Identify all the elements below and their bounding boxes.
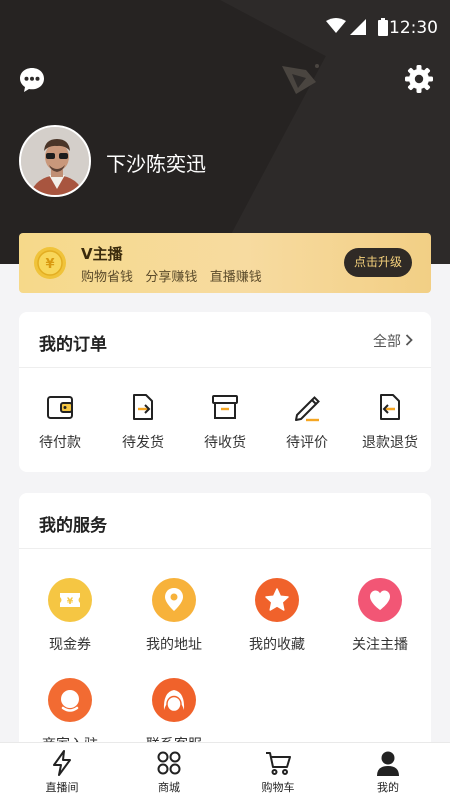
divider [19, 548, 431, 549]
order-item-label: 待发货 [122, 435, 164, 451]
orders-card: 我的订单 全部 待付款 待发货 待收货 待评价 退款退货 [19, 312, 431, 472]
coin-symbol: ¥ [45, 257, 54, 272]
location-icon [152, 578, 196, 622]
wallet-icon [47, 396, 73, 419]
heart-icon [358, 578, 402, 622]
box-icon [212, 395, 238, 419]
cart-icon [266, 752, 291, 775]
signal-icon [350, 19, 366, 35]
merchant-icon [48, 678, 92, 722]
username: 下沙陈奕迅 [106, 152, 206, 176]
order-item-label: 待付款 [39, 435, 81, 451]
service-item-cash-coupon[interactable]: ¥ 现金券 [20, 578, 120, 654]
coupon-icon: ¥ [48, 578, 92, 622]
service-item-favorites[interactable]: 我的收藏 [227, 578, 327, 654]
person-icon [377, 751, 399, 776]
pen-icon [295, 396, 320, 422]
message-icon[interactable] [18, 66, 46, 94]
orders-see-all-link[interactable]: 全部 [373, 331, 413, 351]
service-label: 现金券 [49, 637, 91, 653]
orders-title: 我的订单 [39, 335, 107, 355]
services-title: 我的服务 [39, 516, 107, 536]
battery-icon [378, 18, 388, 36]
wifi-icon [326, 18, 346, 33]
order-item-pending-shipment[interactable]: 待发货 [102, 392, 184, 452]
tab-label: 直播间 [45, 781, 79, 794]
tab-label: 我的 [377, 781, 399, 794]
grid-icon [157, 751, 181, 775]
tab-cart[interactable]: 购物车 [228, 749, 328, 795]
vip-banner[interactable]: ¥ V主播 购物省钱 分享赚钱 直播赚钱 点击升级 [19, 233, 431, 293]
tab-label: 商城 [158, 781, 180, 794]
service-item-follow-streamer[interactable]: 关注主播 [330, 578, 430, 654]
status-bar: 12:30 [0, 0, 450, 56]
services-card: 我的服务 ¥ 现金券 我的地址 我的收藏 关注主播 [19, 493, 431, 763]
service-label: 我的地址 [146, 637, 202, 653]
coin-icon: ¥ [34, 247, 66, 279]
tab-live-room[interactable]: 直播间 [12, 749, 112, 795]
divider [19, 367, 431, 368]
chevron-right-icon [405, 334, 413, 346]
refund-icon [380, 394, 400, 420]
star-icon [255, 578, 299, 622]
coupon-symbol: ¥ [67, 597, 74, 607]
service-label: 关注主播 [352, 637, 408, 653]
order-item-pending-review[interactable]: 待评价 [266, 392, 348, 452]
order-item-label: 待收货 [204, 435, 246, 451]
ship-out-icon [133, 394, 153, 420]
order-item-pending-receipt[interactable]: 待收货 [184, 392, 266, 452]
vip-subtitle: 购物省钱 分享赚钱 直播赚钱 [81, 270, 262, 285]
bottom-tab-bar: 直播间 商城 购物车 我的 [0, 742, 450, 800]
service-label: 我的收藏 [249, 637, 305, 653]
service-item-address[interactable]: 我的地址 [124, 578, 224, 654]
tab-mall[interactable]: 商城 [119, 749, 219, 795]
order-item-refund[interactable]: 退款退货 [349, 392, 431, 452]
order-item-pending-payment[interactable]: 待付款 [19, 392, 101, 452]
tab-mine[interactable]: 我的 [338, 749, 438, 795]
order-item-label: 退款退货 [362, 435, 418, 451]
upgrade-button[interactable]: 点击升级 [344, 248, 412, 277]
status-time: 12:30 [389, 18, 438, 38]
order-item-label: 待评价 [286, 435, 328, 451]
customer-service-icon [152, 678, 196, 722]
brand-logo-icon [282, 64, 319, 94]
avatar[interactable] [19, 125, 91, 197]
see-all-label: 全部 [373, 334, 401, 350]
settings-icon[interactable] [404, 64, 434, 94]
lightning-icon [53, 750, 71, 776]
tab-label: 购物车 [261, 781, 295, 794]
vip-title: V主播 [81, 245, 123, 263]
